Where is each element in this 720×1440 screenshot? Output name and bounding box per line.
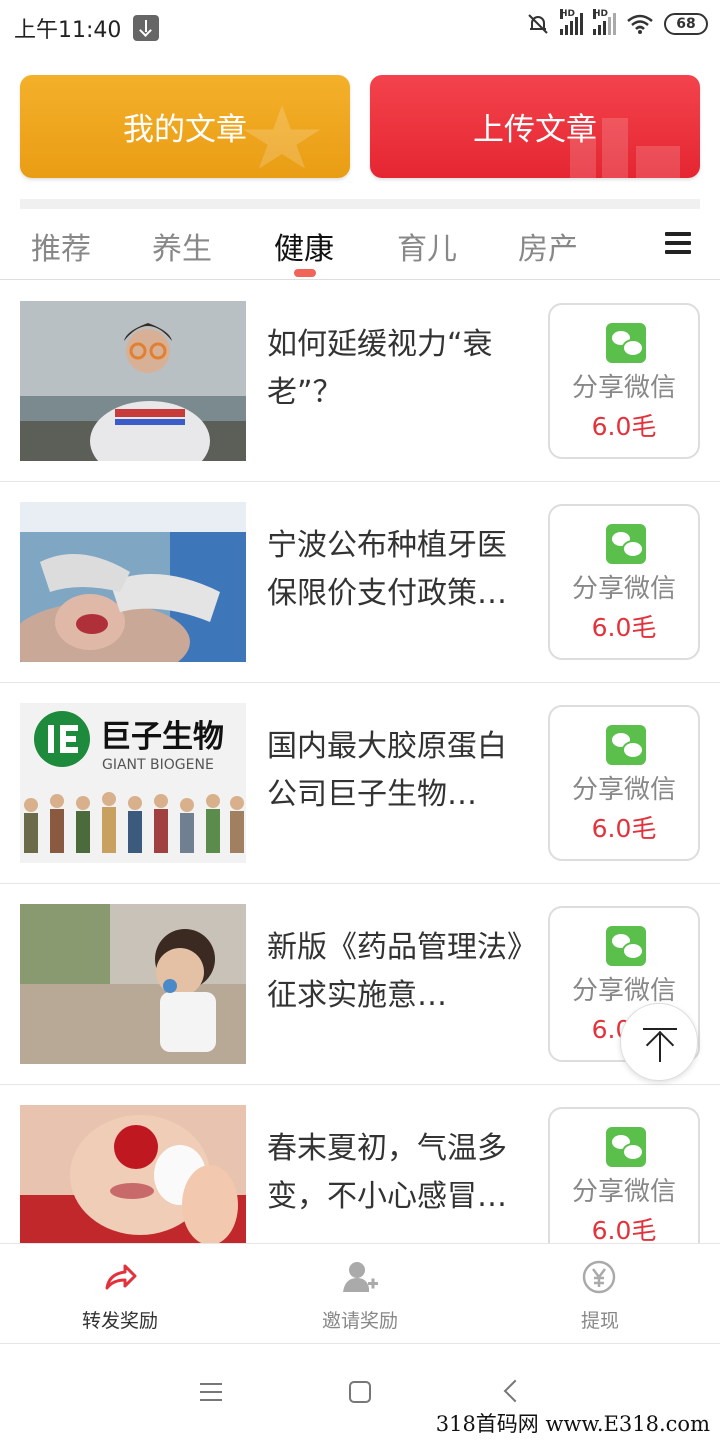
my-articles-button[interactable]: 我的文章 (20, 75, 350, 178)
article-item[interactable]: 宁波公布种植牙医保限价支付政策… 分享微信 6.0毛 (0, 482, 720, 683)
tab-parenting[interactable]: 育儿 (397, 224, 457, 268)
share-arrow-icon (105, 1264, 137, 1290)
bar-decoration (636, 146, 680, 178)
article-thumbnail (20, 1105, 246, 1243)
wechat-icon (606, 524, 646, 564)
tab-health[interactable]: 健康 (274, 224, 334, 268)
share-label: 分享微信 (571, 1177, 676, 1207)
brand-logo-subtext: GIANT BIOGENE (102, 757, 214, 773)
article-item[interactable]: 春末夏初，气温多变，不小心感冒… 分享微信 6.0毛 (0, 1085, 720, 1243)
divider (20, 199, 700, 209)
article-thumbnail: 巨子生物 GIANT BIOGENE (20, 703, 246, 863)
share-wechat-button[interactable]: 分享微信 6.0毛 (548, 705, 700, 861)
article-item[interactable]: 新版《药品管理法》征求实施意… 分享微信 6.0毛 (0, 884, 720, 1085)
nav-label: 转发奖励 (81, 1310, 158, 1332)
article-thumbnail (20, 502, 246, 662)
upload-article-label: 上传文章 (473, 112, 597, 148)
nav-item-invite-reward[interactable]: 邀请奖励 (240, 1244, 480, 1344)
article-title: 如何延缓视力“衰老”？ (267, 327, 493, 410)
signal-icon: HD (593, 9, 616, 35)
share-label: 分享微信 (571, 373, 676, 403)
share-wechat-button[interactable]: 分享微信 6.0毛 (548, 504, 700, 660)
share-wechat-button[interactable]: 分享微信 6.0毛 (548, 1107, 700, 1243)
tab-real-estate[interactable]: 房产 (518, 224, 578, 268)
share-reward: 6.0毛 (591, 814, 657, 843)
add-user-icon (343, 1262, 378, 1292)
status-time: 上午11:40 (14, 18, 122, 43)
bottom-nav: 转发奖励 邀请奖励 提现 (0, 1243, 720, 1344)
tab-recommend[interactable]: 推荐 (31, 224, 91, 268)
status-bar: 上午11:40 HD HD 68 (0, 0, 720, 56)
article-thumbnail (20, 301, 246, 461)
share-reward: 6.0毛 (591, 613, 657, 642)
wechat-icon (606, 926, 646, 966)
nav-item-share-reward[interactable]: 转发奖励 (0, 1244, 240, 1344)
article-item[interactable]: 巨子生物 GIANT BIOGENE 国内最大胶原蛋白公司巨子生物… 分享微信 … (0, 683, 720, 884)
article-title: 宁波公布种植牙医保限价支付政策… (267, 528, 507, 611)
nav-label: 提现 (580, 1310, 619, 1332)
yuan-coin-icon (582, 1260, 616, 1294)
nav-item-withdraw[interactable]: 提现 (480, 1244, 720, 1344)
article-item[interactable]: 如何延缓视力“衰老”？ 分享微信 6.0毛 (0, 281, 720, 482)
back-icon[interactable] (503, 1379, 527, 1403)
article-title: 新版《药品管理法》征求实施意… (267, 930, 522, 1013)
article-title: 春末夏初，气温多变，不小心感冒… (267, 1131, 507, 1214)
status-icons: HD HD 68 (526, 9, 708, 36)
category-tabs: 推荐 养生 健康 育儿 房产 (0, 212, 720, 280)
upload-article-button[interactable]: 上传文章 (370, 75, 700, 178)
system-nav-bar: 318首码网 www.E318.com (0, 1345, 720, 1440)
home-icon[interactable] (349, 1381, 371, 1403)
share-reward: 6.0毛 (591, 412, 657, 441)
wechat-icon (606, 725, 646, 765)
article-thumbnail (20, 904, 246, 1064)
signal-icon: HD (560, 9, 583, 35)
share-label: 分享微信 (571, 976, 676, 1006)
nav-label: 邀请奖励 (321, 1310, 398, 1332)
download-icon (133, 15, 160, 41)
share-label: 分享微信 (571, 775, 676, 805)
menu-icon[interactable] (665, 232, 691, 254)
wifi-icon (627, 14, 653, 34)
my-articles-label: 我的文章 (123, 112, 247, 148)
watermark: 318首码网 www.E318.com (431, 1408, 714, 1438)
mute-bell-icon (528, 14, 548, 34)
star-decoration (243, 105, 321, 169)
share-reward: 6.0毛 (591, 1216, 657, 1243)
tab-wellness[interactable]: 养生 (152, 224, 212, 268)
article-title: 国内最大胶原蛋白公司巨子生物… (267, 729, 507, 812)
recent-apps-icon[interactable] (200, 1383, 222, 1401)
share-label: 分享微信 (571, 574, 676, 604)
share-wechat-button[interactable]: 分享微信 6.0毛 (548, 303, 700, 459)
battery-indicator: 68 (664, 13, 708, 35)
scroll-to-top-button[interactable] (620, 1003, 698, 1081)
wechat-icon (606, 323, 646, 363)
wechat-icon (606, 1127, 646, 1167)
active-tab-indicator (294, 269, 316, 277)
bar-decoration (602, 118, 628, 178)
brand-logo-text: 巨子生物 (100, 719, 224, 755)
arrow-up-icon (643, 1028, 677, 1030)
